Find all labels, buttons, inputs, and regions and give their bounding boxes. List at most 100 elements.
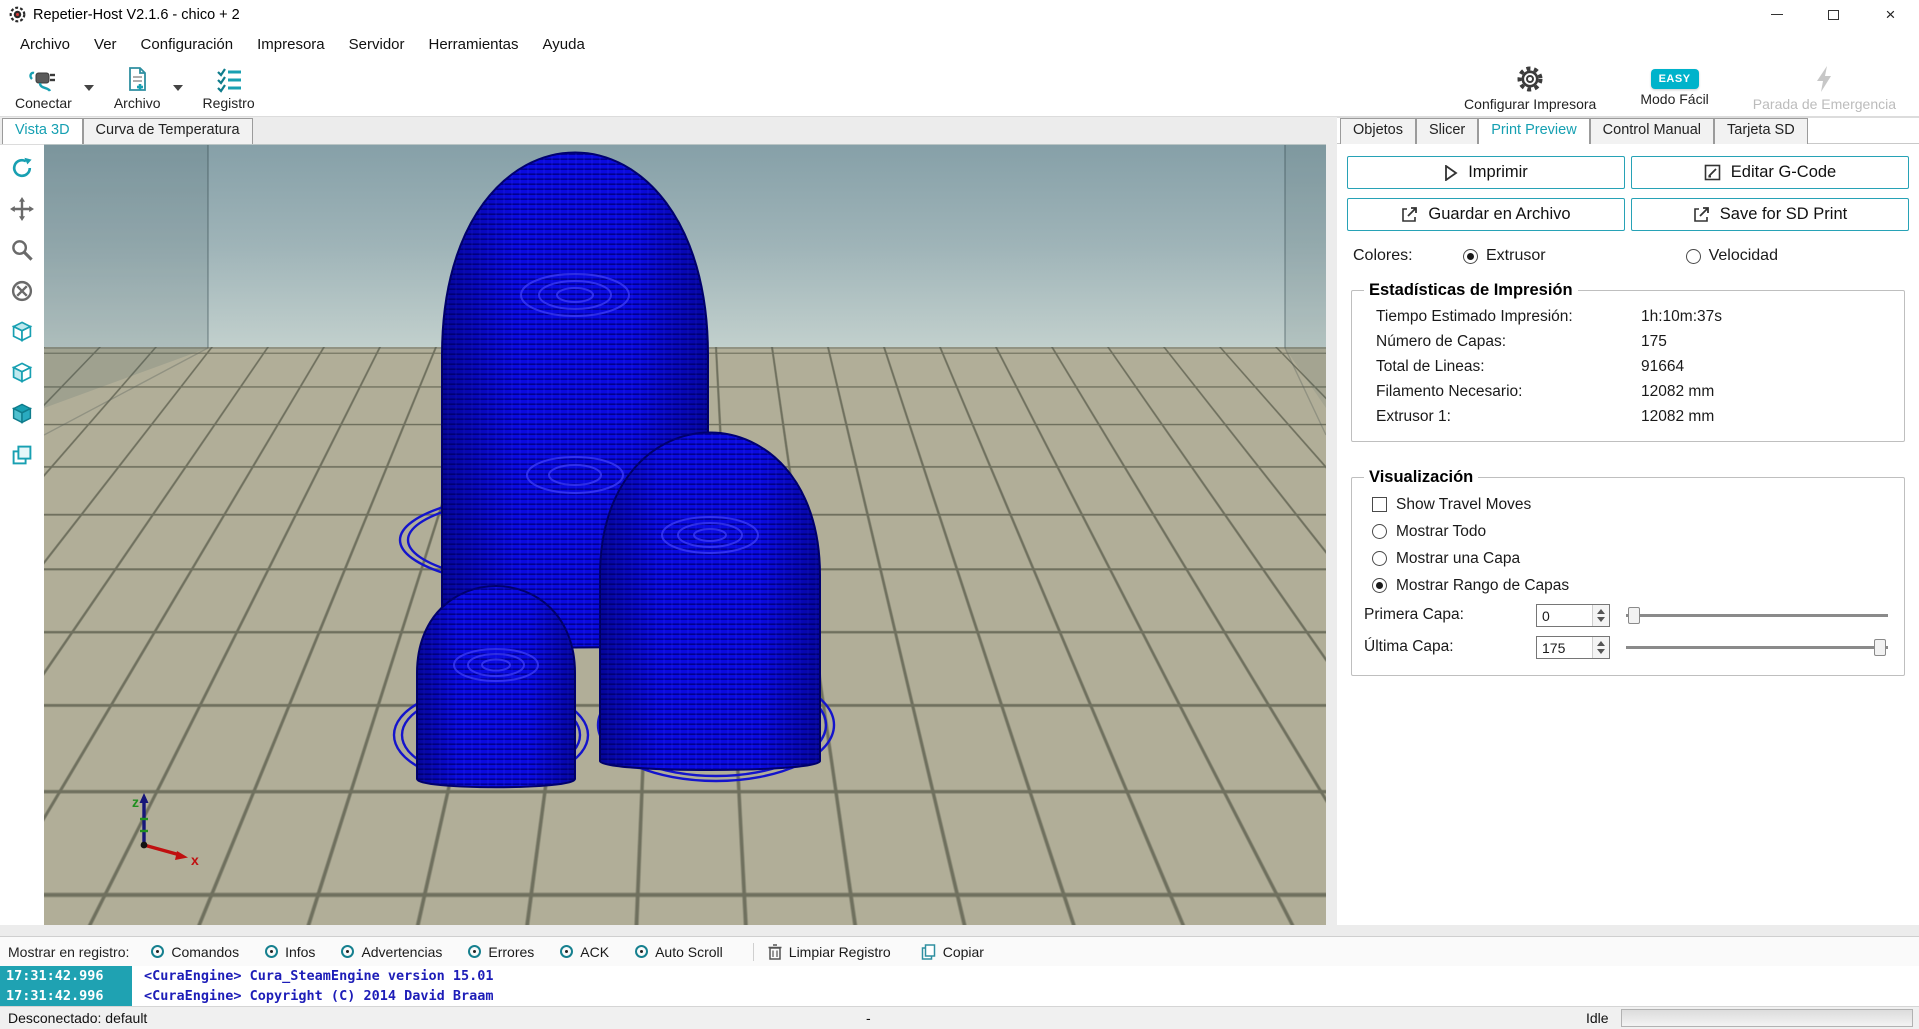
view-toolbar: [0, 144, 44, 925]
tab-tarjeta-sd[interactable]: Tarjeta SD: [1714, 118, 1808, 144]
load-file-button[interactable]: Archivo: [105, 61, 170, 115]
parallel-view-button[interactable]: [7, 440, 37, 470]
axis-z-label: z: [132, 794, 139, 810]
radio-icon: [1372, 551, 1387, 566]
maximize-button[interactable]: [1805, 0, 1862, 29]
log-message: <CuraEngine> Cura_SteamEngine version 15…: [144, 968, 494, 984]
easy-mode-button[interactable]: EASY Modo Fácil: [1631, 61, 1717, 115]
minimize-button[interactable]: [1748, 0, 1805, 29]
toggle-log-button[interactable]: Registro: [194, 61, 264, 115]
gcode-preview-scene: z x: [44, 145, 1326, 868]
printed-object-small: [416, 585, 576, 789]
top-view-button[interactable]: [7, 399, 37, 429]
save-to-file-button[interactable]: Guardar en Archivo: [1347, 198, 1625, 231]
spin-down-icon: [1597, 616, 1605, 622]
checklist-icon: [214, 65, 244, 93]
viewport-3d[interactable]: z x: [44, 144, 1326, 925]
tab-vista-3d[interactable]: Vista 3D: [2, 118, 83, 144]
last-layer-row: Última Capa: 175: [1364, 631, 1892, 663]
print-statistics-title: Estadísticas de Impresión: [1369, 281, 1573, 299]
radio-mostrar-una-capa[interactable]: Mostrar una Capa: [1364, 545, 1892, 572]
toggle-autoscroll[interactable]: Auto Scroll: [635, 944, 723, 960]
tab-curva-temperatura[interactable]: Curva de Temperatura: [82, 118, 253, 144]
connect-dropdown-button[interactable]: [81, 66, 97, 110]
edit-gcode-button[interactable]: Editar G-Code: [1631, 156, 1909, 189]
colors-row: Colores: Extrusor Velocidad: [1353, 247, 1903, 265]
close-icon: ×: [1885, 4, 1896, 24]
toggle-infos[interactable]: Infos: [265, 944, 315, 960]
spin-up-icon: [1597, 608, 1605, 614]
clear-log-button[interactable]: Limpiar Registro: [768, 944, 891, 960]
trash-icon: [768, 943, 782, 960]
toggle-comandos[interactable]: Comandos: [151, 944, 239, 960]
tab-objetos[interactable]: Objetos: [1340, 118, 1416, 144]
menu-ayuda[interactable]: Ayuda: [531, 32, 597, 57]
stat-row-lines: Total de Lineas: 91664: [1376, 357, 1685, 375]
radio-velocidad[interactable]: Velocidad: [1685, 247, 1778, 265]
menu-ver[interactable]: Ver: [82, 32, 129, 57]
tab-control-manual[interactable]: Control Manual: [1589, 118, 1714, 144]
file-dropdown-button[interactable]: [170, 66, 186, 110]
close-button[interactable]: ×: [1862, 0, 1919, 29]
menu-configuracion[interactable]: Configuración: [129, 32, 246, 57]
layers-icon: [12, 445, 32, 465]
rotate-icon: [12, 157, 32, 178]
first-layer-row: Primera Capa: 0: [1364, 599, 1892, 631]
rotate-view-button[interactable]: [7, 153, 37, 183]
configure-printer-button[interactable]: Configurar Impresora: [1455, 61, 1605, 115]
export-icon: [1693, 207, 1709, 222]
toggle-ack[interactable]: ACK: [560, 944, 609, 960]
stat-row-extruder1: Extrusor 1: 12082 mm: [1376, 407, 1715, 425]
radio-mostrar-rango[interactable]: Mostrar Rango de Capas: [1364, 572, 1892, 599]
last-layer-spinner[interactable]: 175: [1536, 635, 1610, 659]
toggle-errores[interactable]: Errores: [468, 944, 534, 960]
move-view-button[interactable]: [7, 194, 37, 224]
menu-herramientas[interactable]: Herramientas: [417, 32, 531, 57]
edit-icon: [1704, 164, 1721, 181]
connect-button[interactable]: Conectar: [6, 61, 81, 115]
progress-bar: [1621, 1009, 1913, 1027]
show-travel-moves-checkbox[interactable]: Show Travel Moves: [1364, 491, 1892, 518]
file-icon: [124, 65, 150, 93]
log-toolbar: Mostrar en registro: Comandos Infos Adve…: [0, 936, 1919, 966]
magnifier-icon: [12, 240, 33, 261]
toggle-advertencias[interactable]: Advertencias: [341, 944, 442, 960]
menu-impresora[interactable]: Impresora: [245, 32, 337, 57]
emergency-stop-button[interactable]: Parada de Emergencia: [1744, 61, 1905, 115]
cube-front-icon: [11, 362, 33, 383]
spinner-arrows[interactable]: [1592, 636, 1609, 658]
tab-print-preview[interactable]: Print Preview: [1478, 118, 1590, 144]
slider-thumb[interactable]: [1628, 607, 1640, 624]
log-message: <CuraEngine> Copyright (C) 2014 David Br…: [144, 988, 494, 1004]
first-layer-slider[interactable]: [1626, 603, 1888, 627]
log-output[interactable]: 17:31:42.996 <CuraEngine> Cura_SteamEngi…: [0, 966, 1919, 1006]
copy-log-button[interactable]: Copiar: [921, 944, 984, 960]
reset-view-button[interactable]: [7, 276, 37, 306]
radio-icon: [1372, 578, 1387, 593]
radio-icon: [1685, 248, 1701, 264]
panel-splitter[interactable]: [1326, 117, 1337, 925]
radio-extrusor[interactable]: Extrusor: [1463, 247, 1546, 265]
menu-archivo[interactable]: Archivo: [8, 32, 82, 57]
menu-servidor[interactable]: Servidor: [337, 32, 417, 57]
print-button[interactable]: Imprimir: [1347, 156, 1625, 189]
visualization-group: Visualización Show Travel Moves Mostrar …: [1351, 468, 1905, 676]
log-timestamp: 17:31:42.996: [0, 986, 132, 1006]
front-view-button[interactable]: [7, 358, 37, 388]
slider-thumb[interactable]: [1874, 639, 1886, 656]
isometric-view-button[interactable]: [7, 317, 37, 347]
toggle-icon: [341, 945, 355, 958]
radio-mostrar-todo[interactable]: Mostrar Todo: [1364, 518, 1892, 545]
right-wall: [1285, 145, 1326, 408]
radio-extrusor-label: Extrusor: [1486, 247, 1546, 264]
tab-slicer[interactable]: Slicer: [1415, 118, 1479, 144]
first-layer-spinner[interactable]: 0: [1536, 603, 1610, 627]
last-layer-slider[interactable]: [1626, 635, 1888, 659]
easy-badge: EASY: [1650, 68, 1699, 89]
zoom-view-button[interactable]: [7, 235, 37, 265]
save-for-sd-button[interactable]: Save for SD Print: [1631, 198, 1909, 231]
copy-icon: [921, 943, 935, 960]
spinner-arrows[interactable]: [1592, 604, 1609, 626]
axis-x-label: x: [191, 852, 199, 868]
maximize-icon: [1828, 9, 1839, 20]
